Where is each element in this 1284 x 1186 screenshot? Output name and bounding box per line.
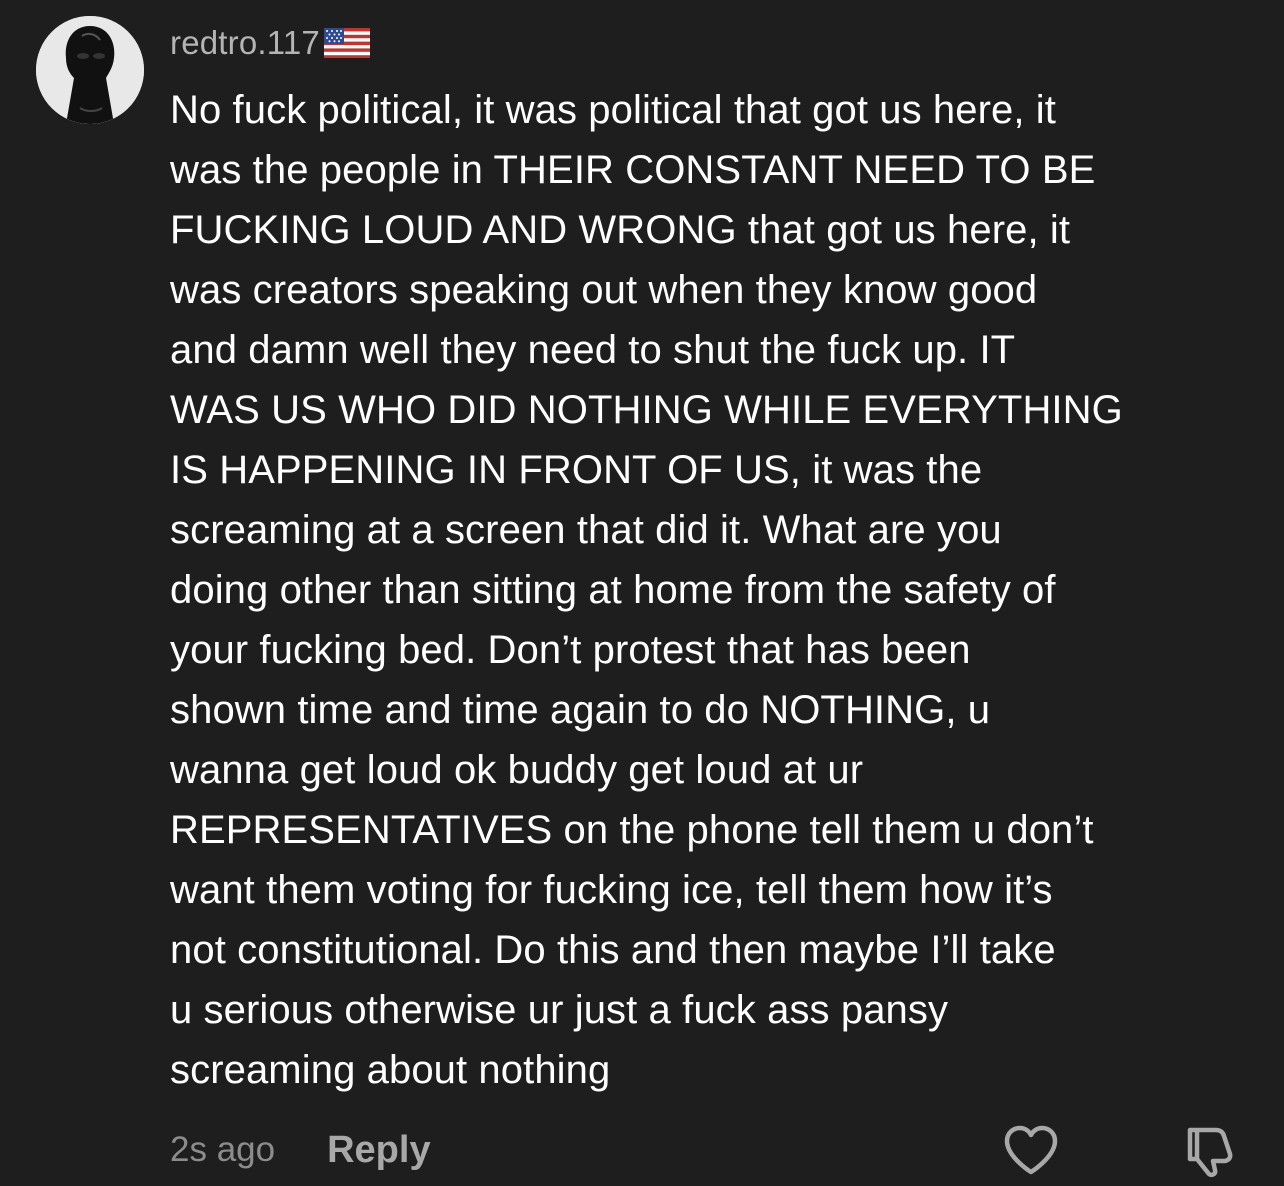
username[interactable]: redtro.117 [170,24,320,62]
comment-text: No fuck political, it was political that… [170,88,1123,1092]
username-row: redtro.117 [170,20,370,66]
avatar[interactable] [36,16,144,124]
heart-icon[interactable] [1002,1124,1060,1178]
reply-button[interactable]: Reply [327,1129,430,1172]
comment-footer: 2s ago Reply [170,1124,431,1176]
timestamp: 2s ago [170,1130,276,1169]
us-flag-icon [323,28,370,58]
thumbs-down-icon[interactable] [1180,1122,1238,1178]
comment: redtro.117 No fuck political, it was pol… [0,0,1284,1186]
